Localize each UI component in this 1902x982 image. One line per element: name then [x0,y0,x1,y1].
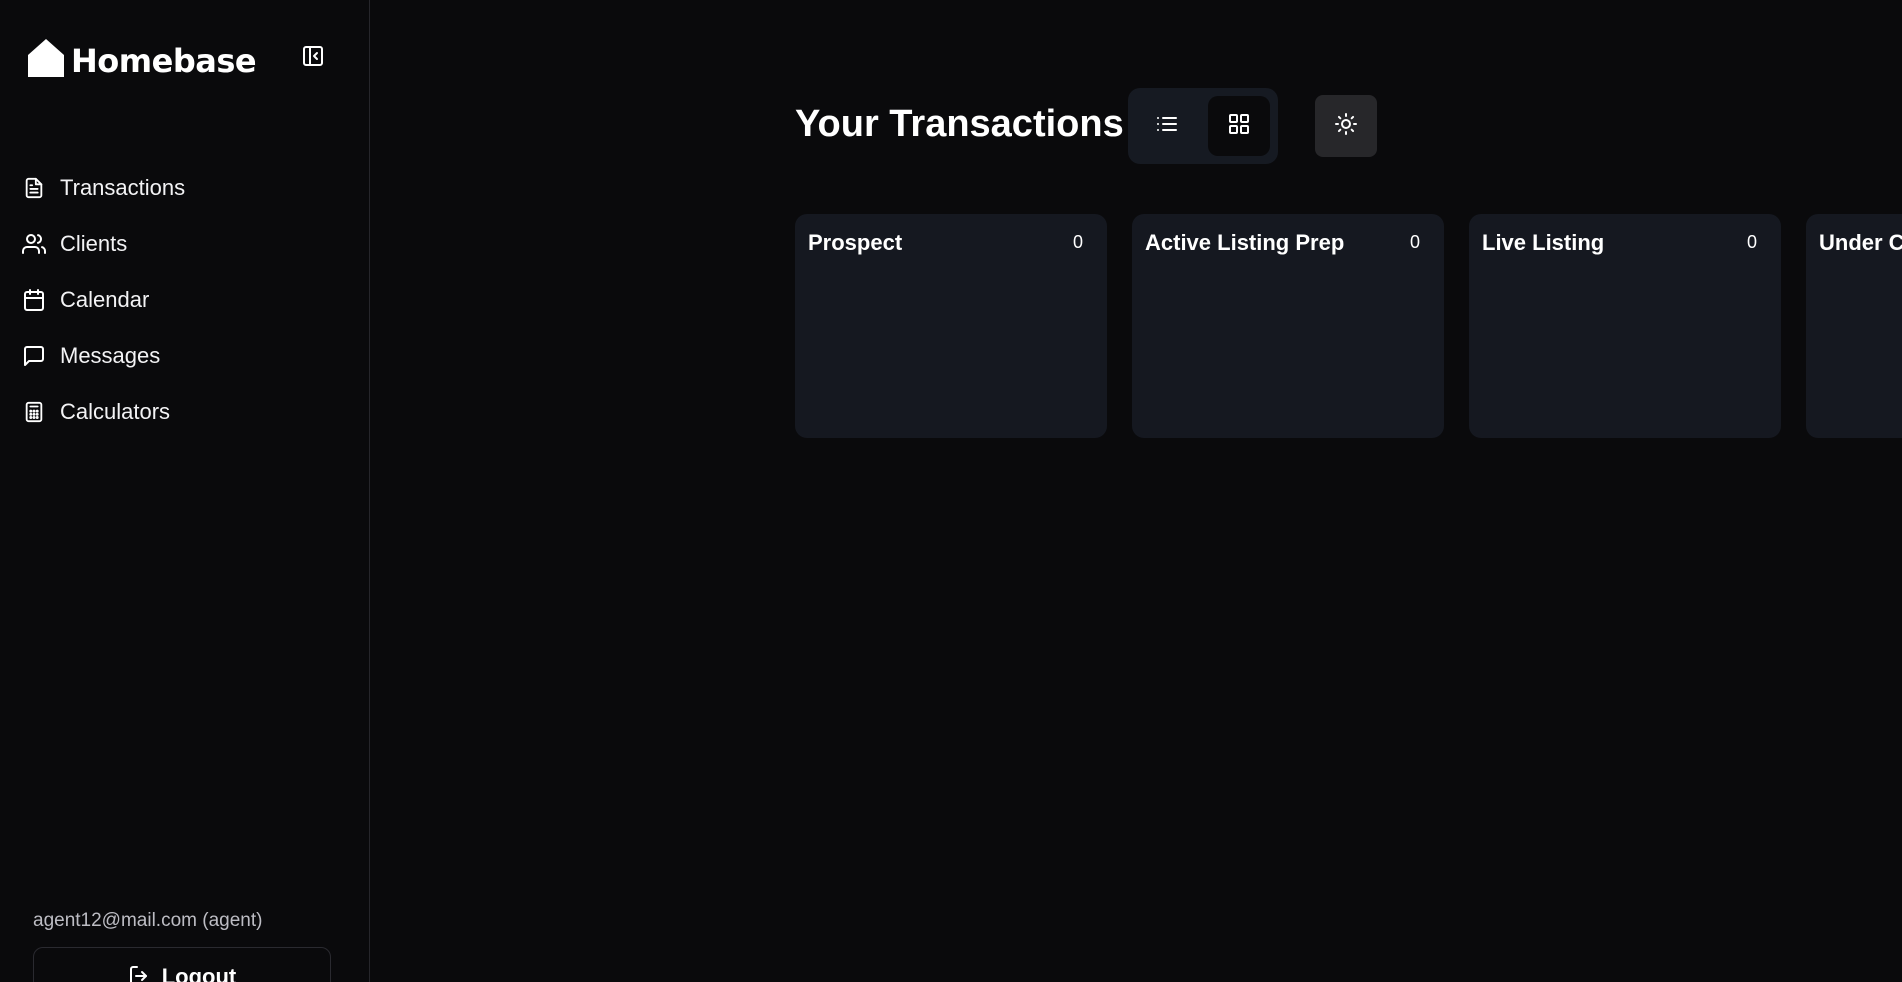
column-title: Active Listing Prep [1145,230,1345,255]
app-logo[interactable]: Homebase [27,38,257,83]
sidebar-nav: Transactions Clients Calendar Messages C… [22,160,185,440]
list-view-button[interactable] [1136,96,1198,156]
log-out-icon [128,964,152,982]
sidebar-item-transactions[interactable]: Transactions [22,160,185,216]
sidebar-item-calendar[interactable]: Calendar [22,272,185,328]
list-icon [1155,112,1179,141]
column-title: Under Co [1819,230,1902,255]
sidebar-item-label: Transactions [60,175,186,200]
sidebar-item-messages[interactable]: Messages [22,328,185,384]
column-title: Live Listing [1482,230,1605,255]
app-root: Homebase Transactions Clients Calendar M… [0,0,1902,982]
kanban-column-active-listing-prep[interactable]: Active Listing Prep 0 [1132,214,1444,438]
message-square-icon [22,344,46,368]
view-toggle [1128,88,1278,164]
logout-button[interactable]: Logout [33,947,331,982]
grid-icon [1227,112,1251,141]
sidebar: Homebase Transactions Clients Calendar M… [0,0,370,982]
document-icon [22,176,46,200]
calculator-icon [22,400,46,424]
column-title: Prospect [808,230,903,255]
users-icon [22,232,46,256]
sidebar-item-clients[interactable]: Clients [22,216,185,272]
logout-label: Logout [161,964,237,982]
column-count: 0 [1409,232,1420,252]
kanban-column-prospect[interactable]: Prospect 0 [795,214,1107,438]
kanban-board: Prospect 0 Active Listing Prep 0 Live Li… [795,214,1902,438]
sidebar-item-label: Clients [60,231,128,256]
column-count: 0 [1746,232,1757,252]
page-title: Your Transactions [795,103,1124,145]
sidebar-item-label: Calendar [60,287,150,312]
current-user-email: agent12@mail.com (agent) [33,910,263,931]
kanban-column-live-listing[interactable]: Live Listing 0 [1469,214,1781,438]
kanban-column-under-contract[interactable]: Under Co [1806,214,1902,438]
sidebar-item-label: Messages [60,343,161,368]
panel-left-close-icon [301,44,325,73]
sidebar-item-label: Calculators [60,399,171,424]
grid-view-button[interactable] [1208,96,1270,156]
column-count: 0 [1072,232,1083,252]
main-content: Your Transactions Prospect 0 Active List… [371,0,1902,982]
calendar-icon [22,288,46,312]
sidebar-item-calculators[interactable]: Calculators [22,384,185,440]
sun-icon [1334,112,1358,141]
app-name: Homebase [71,41,257,80]
house-logo-icon [27,38,65,83]
collapse-sidebar-button[interactable] [299,44,327,72]
theme-toggle-button[interactable] [1315,95,1377,157]
